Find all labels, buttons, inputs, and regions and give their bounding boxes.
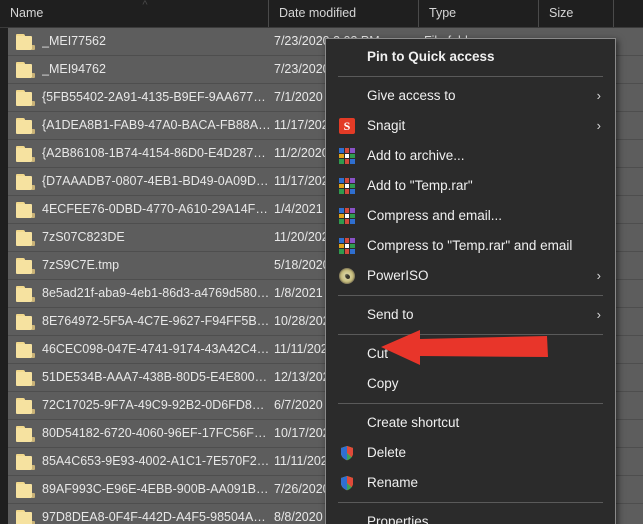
sort-ascending-chevron-icon: ^: [138, 1, 152, 9]
menu-item-label: Delete: [367, 445, 406, 460]
folder-icon: [16, 118, 35, 134]
uac-shield-icon: [339, 475, 355, 491]
file-name-cell: 8E764972-5F5A-4C7E-9627-F94FF5BF2457: [42, 308, 272, 335]
file-name-cell: _MEI94762: [42, 56, 272, 83]
file-name-cell: _MEI77562: [42, 28, 272, 55]
folder-icon: [16, 454, 35, 470]
file-name-cell: {5FB55402-2A91-4135-B9EF-9AA677DF0E...: [42, 84, 272, 111]
file-name-cell: 89AF993C-E96E-4EBB-900B-AA091B41EEC0: [42, 476, 272, 503]
chevron-right-icon: ›: [597, 261, 601, 291]
menu-item-give-access-to[interactable]: Give access to ›: [326, 81, 615, 111]
menu-item-label: Compress and email...: [367, 208, 502, 223]
snagit-icon: S: [339, 118, 355, 134]
winrar-icon: [339, 238, 355, 254]
file-name-cell: {A1DEA8B1-FAB9-47A0-BACA-FB88A2A3...: [42, 112, 272, 139]
menu-item-compress-to-temp-rar-and-email[interactable]: Compress to "Temp.rar" and email: [326, 231, 615, 261]
menu-separator: [338, 76, 603, 77]
poweriso-disc-icon: [339, 268, 355, 284]
folder-icon: [16, 34, 35, 50]
menu-item-label: Properties: [367, 514, 429, 524]
folder-icon: [16, 286, 35, 302]
menu-item-snagit[interactable]: S Snagit ›: [326, 111, 615, 141]
column-header-name[interactable]: Name: [0, 0, 268, 27]
file-explorer-window: Name Date modified Type Size ^ _MEI77562…: [0, 0, 643, 524]
menu-item-label: Add to archive...: [367, 148, 465, 163]
chevron-right-icon: ›: [597, 111, 601, 141]
column-header-overflow[interactable]: [613, 0, 643, 27]
file-name-cell: 85A4C653-9E93-4002-A1C1-7E570F21F199: [42, 448, 272, 475]
menu-item-label: Compress to "Temp.rar" and email: [367, 238, 572, 253]
file-name-cell: 97D8DEA8-0F4F-442D-A4F5-98504AA36A...: [42, 504, 272, 524]
folder-icon: [16, 202, 35, 218]
file-name-cell: 7zS9C7E.tmp: [42, 252, 272, 279]
folder-icon: [16, 342, 35, 358]
menu-item-pin-to-quick-access[interactable]: Pin to Quick access: [326, 42, 615, 72]
chevron-right-icon: ›: [597, 81, 601, 111]
file-name-cell: 72C17025-9F7A-49C9-92B2-0D6FD8A6DA...: [42, 392, 272, 419]
folder-icon: [16, 258, 35, 274]
context-menu[interactable]: Pin to Quick access Give access to › S Snagi…: [325, 38, 616, 524]
menu-item-properties[interactable]: Properties: [326, 507, 615, 524]
folder-icon: [16, 62, 35, 78]
file-name-cell: 46CEC098-047E-4741-9174-43A42C467802: [42, 336, 272, 363]
menu-item-label: Give access to: [367, 88, 456, 103]
list-left-gutter: [0, 28, 8, 524]
menu-item-create-shortcut[interactable]: Create shortcut: [326, 408, 615, 438]
column-header-bar: Name Date modified Type Size ^: [0, 0, 643, 28]
file-name-cell: 51DE534B-AAA7-438B-80D5-E4E8001EB2...: [42, 364, 272, 391]
file-name-cell: 7zS07C823DE: [42, 224, 272, 251]
file-name-cell: 80D54182-6720-4060-96EF-17FC56F92663: [42, 420, 272, 447]
file-name-cell: 8e5ad21f-aba9-4eb1-86d3-a4769d580b5a: [42, 280, 272, 307]
menu-item-add-to-archive[interactable]: Add to archive...: [326, 141, 615, 171]
folder-icon: [16, 398, 35, 414]
menu-separator: [338, 403, 603, 404]
menu-item-label: Add to "Temp.rar": [367, 178, 473, 193]
winrar-icon: [339, 208, 355, 224]
folder-icon: [16, 510, 35, 524]
menu-item-copy[interactable]: Copy: [326, 369, 615, 399]
menu-item-label: Send to: [367, 307, 414, 322]
menu-item-label: Create shortcut: [367, 415, 459, 430]
column-header-size[interactable]: Size: [538, 0, 613, 27]
annotation-arrow-icon: [378, 326, 550, 368]
folder-icon: [16, 90, 35, 106]
column-header-date-modified[interactable]: Date modified: [268, 0, 418, 27]
menu-item-rename[interactable]: Rename: [326, 468, 615, 498]
menu-separator: [338, 502, 603, 503]
folder-icon: [16, 482, 35, 498]
file-name-cell: {D7AAADB7-0807-4EB1-BD49-0A09D493...: [42, 168, 272, 195]
menu-item-delete[interactable]: Delete: [326, 438, 615, 468]
winrar-icon: [339, 178, 355, 194]
winrar-icon: [339, 148, 355, 164]
menu-item-poweriso[interactable]: PowerISO ›: [326, 261, 615, 291]
file-name-cell: 4ECFEE76-0DBD-4770-A610-29A14F1A0F37: [42, 196, 272, 223]
menu-item-compress-and-email[interactable]: Compress and email...: [326, 201, 615, 231]
file-name-cell: {A2B86108-1B74-4154-86D0-E4D28783F0...: [42, 140, 272, 167]
folder-icon: [16, 314, 35, 330]
column-header-type[interactable]: Type: [418, 0, 538, 27]
menu-item-label: PowerISO: [367, 268, 429, 283]
chevron-right-icon: ›: [597, 300, 601, 330]
uac-shield-icon: [339, 445, 355, 461]
menu-item-label: Copy: [367, 376, 399, 391]
folder-icon: [16, 426, 35, 442]
folder-icon: [16, 370, 35, 386]
folder-icon: [16, 174, 35, 190]
menu-item-label: Pin to Quick access: [367, 49, 495, 64]
folder-icon: [16, 146, 35, 162]
menu-item-label: Rename: [367, 475, 418, 490]
menu-item-label: Snagit: [367, 118, 405, 133]
menu-separator: [338, 295, 603, 296]
menu-item-add-to-temp-rar[interactable]: Add to "Temp.rar": [326, 171, 615, 201]
folder-icon: [16, 230, 35, 246]
